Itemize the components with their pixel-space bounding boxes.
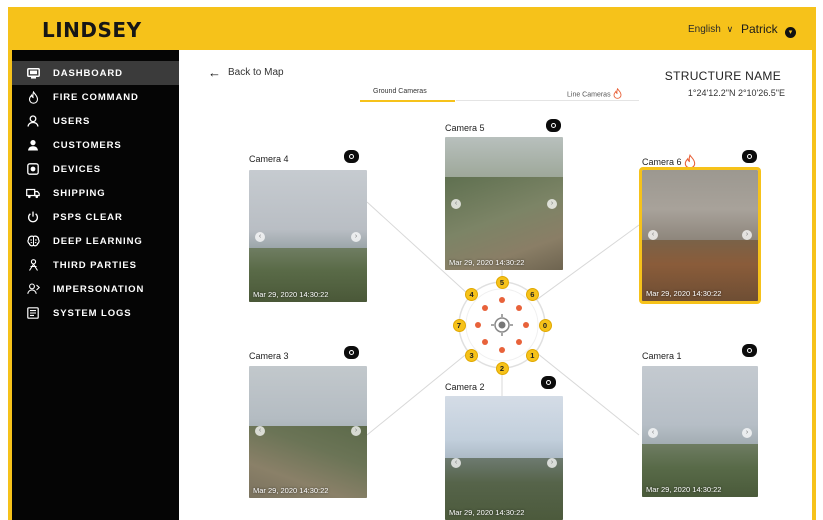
prev-image-button[interactable]: ‹ [255, 426, 265, 436]
compass-marker-2[interactable]: 2 [495, 361, 509, 375]
camera-6-label-text: Camera 6 [642, 156, 682, 167]
camera-3-label: Camera 3 [249, 351, 289, 361]
camera-4-timestamp: Mar 29, 2020 14:30:22 [253, 290, 329, 299]
flame-icon [26, 90, 40, 104]
sidebar-item-label: USERS [53, 115, 91, 127]
camera-1-feed[interactable]: ‹ › Mar 29, 2020 14:30:22 [642, 366, 758, 497]
fire-alert-icon [684, 154, 696, 171]
compass-marker-3[interactable]: 3 [465, 348, 479, 362]
sidebar-item-label: THIRD PARTIES [53, 259, 137, 271]
sidebar-item-label: PSPS CLEAR [53, 211, 123, 223]
prev-image-button[interactable]: ‹ [451, 458, 461, 468]
next-image-button[interactable]: › [742, 428, 752, 438]
user-icon [26, 114, 40, 128]
sidebar-item-label: IMPERSONATION [53, 283, 145, 295]
main-content: ← Back to Map STRUCTURE NAME 1°24'12.2"N… [179, 50, 812, 520]
camera-1-timestamp: Mar 29, 2020 14:30:22 [646, 485, 722, 494]
camera-6-label: Camera 6 [642, 154, 696, 171]
sidebar-item-label: SHIPPING [53, 187, 106, 199]
camera-icon[interactable] [742, 344, 757, 357]
camera-2-timestamp: Mar 29, 2020 14:30:22 [449, 508, 525, 517]
compass-marker-6[interactable]: 6 [525, 288, 539, 302]
app-frame: LINDSEY English ∨ Patrick ▾ DASHBOARD FI… [8, 7, 816, 520]
camera-3-feed[interactable]: ‹ › Mar 29, 2020 14:30:22 [249, 366, 367, 498]
app-logo[interactable]: LINDSEY [42, 18, 142, 42]
brain-icon [26, 234, 40, 248]
camera-3-timestamp: Mar 29, 2020 14:30:22 [253, 486, 329, 495]
next-image-button[interactable]: › [351, 426, 361, 436]
camera-4-label: Camera 4 [249, 154, 289, 164]
camera-6-feed[interactable]: ‹ › Mar 29, 2020 14:30:22 [639, 167, 761, 304]
top-bar: LINDSEY English ∨ Patrick ▾ [8, 7, 816, 50]
compass-marker-5[interactable]: 5 [495, 275, 509, 289]
camera-2-label: Camera 2 [445, 382, 485, 392]
sidebar-item-label: CUSTOMERS [53, 139, 122, 151]
camera-icon[interactable] [546, 119, 561, 132]
camera-5-label: Camera 5 [445, 123, 485, 133]
truck-icon [26, 186, 40, 200]
logs-icon [26, 306, 40, 320]
sidebar-item-customers[interactable]: CUSTOMERS [12, 133, 179, 157]
device-icon [26, 162, 40, 176]
prev-image-button[interactable]: ‹ [648, 230, 658, 240]
language-label: English [688, 24, 721, 35]
user-menu[interactable]: Patrick ▾ [741, 22, 797, 38]
next-image-button[interactable]: › [547, 458, 557, 468]
user-name: Patrick [741, 22, 778, 36]
sidebar-item-label: DEEP LEARNING [53, 235, 143, 247]
sidebar-item-devices[interactable]: DEVICES [12, 157, 179, 181]
sidebar-item-deep-learning[interactable]: DEEP LEARNING [12, 229, 179, 253]
camera-icon[interactable] [541, 376, 556, 389]
camera-icon[interactable] [344, 150, 359, 163]
sidebar-item-impersonation[interactable]: IMPERSONATION [12, 277, 179, 301]
camera-1-label: Camera 1 [642, 351, 682, 361]
camera-2-feed[interactable]: ‹ › Mar 29, 2020 14:30:22 [445, 396, 563, 520]
people-icon [26, 258, 40, 272]
camera-icon[interactable] [344, 346, 359, 359]
prev-image-button[interactable]: ‹ [648, 428, 658, 438]
sidebar-item-system-logs[interactable]: SYSTEM LOGS [12, 301, 179, 325]
sidebar-item-users[interactable]: USERS [12, 109, 179, 133]
sidebar-item-label: SYSTEM LOGS [53, 307, 132, 319]
power-icon [26, 210, 40, 224]
prev-image-button[interactable]: ‹ [255, 232, 265, 242]
sidebar-item-label: FIRE COMMAND [53, 91, 139, 103]
camera-6-timestamp: Mar 29, 2020 14:30:22 [646, 289, 722, 298]
camera-4-feed[interactable]: ‹ › Mar 29, 2020 14:30:22 [249, 170, 367, 302]
chevron-down-icon: ∨ [726, 24, 734, 34]
sidebar-item-shipping[interactable]: SHIPPING [12, 181, 179, 205]
sidebar-item-dashboard[interactable]: DASHBOARD [12, 61, 179, 85]
sidebar-item-label: DEVICES [53, 163, 102, 175]
user-menu-chevron-icon: ▾ [785, 27, 797, 38]
language-selector[interactable]: English ∨ [688, 24, 733, 35]
monitor-icon [26, 66, 40, 80]
prev-image-button[interactable]: ‹ [451, 199, 461, 209]
compass-marker-7[interactable]: 7 [452, 318, 466, 332]
compass-marker-0[interactable]: 0 [538, 318, 552, 332]
sidebar-item-psps-clear[interactable]: PSPS CLEAR [12, 205, 179, 229]
customer-icon [26, 138, 40, 152]
camera-icon[interactable] [742, 150, 757, 163]
camera-5-feed[interactable]: ‹ › Mar 29, 2020 14:30:22 [445, 137, 563, 270]
compass-marker-1[interactable]: 1 [525, 348, 539, 362]
sidebar-nav: DASHBOARD FIRE COMMAND USERS CUSTOMERS D… [12, 61, 179, 325]
sidebar: DASHBOARD FIRE COMMAND USERS CUSTOMERS D… [12, 50, 179, 520]
sidebar-item-fire-command[interactable]: FIRE COMMAND [12, 85, 179, 109]
next-image-button[interactable]: › [351, 232, 361, 242]
next-image-button[interactable]: › [742, 230, 752, 240]
sidebar-item-label: DASHBOARD [53, 67, 123, 79]
impersonation-icon [26, 282, 40, 296]
sidebar-item-third-parties[interactable]: THIRD PARTIES [12, 253, 179, 277]
camera-5-timestamp: Mar 29, 2020 14:30:22 [449, 258, 525, 267]
next-image-button[interactable]: › [547, 199, 557, 209]
